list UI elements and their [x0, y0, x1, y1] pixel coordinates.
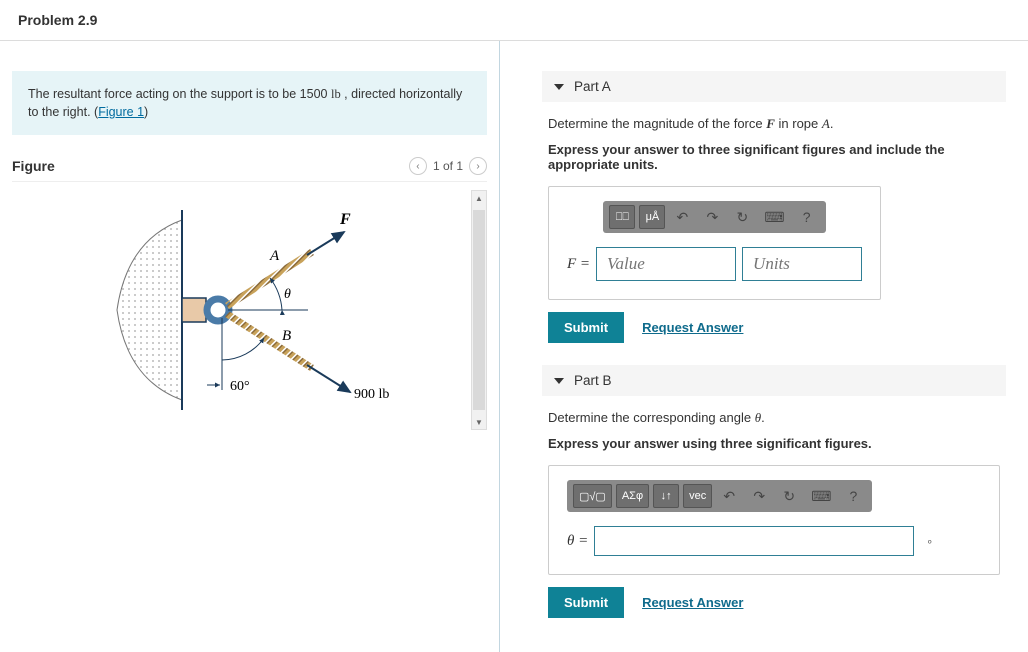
help-button[interactable]: ? — [794, 205, 820, 229]
label-angle: 60° — [230, 379, 250, 394]
pager-next-button[interactable]: › — [469, 157, 487, 175]
subscript-button[interactable]: ↓↑ — [653, 484, 679, 508]
reset-button[interactable]: ↻ — [776, 484, 802, 508]
figure-pager: ‹ 1 of 1 › — [409, 157, 487, 175]
part-a-title: Part A — [574, 79, 611, 94]
label-load: 900 lb — [354, 387, 389, 402]
part-b-header[interactable]: Part B — [542, 365, 1006, 396]
degree-unit: ∘ — [926, 535, 933, 548]
prompt-unit: lb — [331, 87, 341, 101]
redo-button[interactable]: ↷ — [699, 205, 725, 229]
request-answer-link[interactable]: Request Answer — [642, 320, 743, 335]
pager-prev-button[interactable]: ‹ — [409, 157, 427, 175]
value-input[interactable] — [596, 247, 736, 281]
part-a-header[interactable]: Part A — [542, 71, 1006, 102]
label-A: A — [269, 248, 280, 264]
label-theta: θ — [284, 287, 291, 302]
label-F: F — [339, 211, 351, 228]
undo-button[interactable]: ↶ — [669, 205, 695, 229]
caret-down-icon — [554, 378, 564, 384]
part-a-toolbar: ⎕⎕ μÅ ↶ ↷ ↻ ⌨ ? — [603, 201, 825, 233]
scroll-thumb[interactable] — [473, 210, 485, 410]
help-button[interactable]: ? — [840, 484, 866, 508]
units-button[interactable]: μÅ — [639, 205, 665, 229]
part-b-question: Determine the corresponding angle θ. — [548, 410, 1000, 426]
part-b-instruction: Express your answer using three signific… — [548, 436, 1000, 451]
reset-button[interactable]: ↻ — [729, 205, 755, 229]
part-a-instruction: Express your answer to three significant… — [548, 142, 1000, 172]
pager-label: 1 of 1 — [433, 159, 463, 173]
figure-heading: Figure — [12, 158, 55, 174]
part-a-question: Determine the magnitude of the force F i… — [548, 116, 1000, 132]
part-b-lhs: θ = — [567, 533, 588, 550]
templates-button[interactable]: ▢√▢ — [573, 484, 612, 508]
figure-link[interactable]: Figure 1 — [98, 105, 144, 119]
part-b-toolbar: ▢√▢ ΑΣφ ↓↑ vec ↶ ↷ ↻ ⌨ ? — [567, 480, 872, 512]
scroll-down-button[interactable]: ▼ — [472, 415, 486, 429]
part-b-title: Part B — [574, 373, 612, 388]
part-a-lhs: F = — [567, 256, 590, 273]
undo-button[interactable]: ↶ — [716, 484, 742, 508]
greek-button[interactable]: ΑΣφ — [616, 484, 649, 508]
units-input[interactable] — [742, 247, 862, 281]
scroll-up-button[interactable]: ▲ — [472, 191, 486, 205]
problem-prompt: The resultant force acting on the suppor… — [12, 71, 487, 135]
caret-down-icon — [554, 84, 564, 90]
templates-button[interactable]: ⎕⎕ — [609, 205, 635, 229]
theta-input[interactable] — [594, 526, 914, 556]
prompt-text-after: ) — [144, 105, 148, 119]
figure-diagram: F A B θ 60° 900 lb — [12, 190, 452, 430]
part-b-answer-box: ▢√▢ ΑΣφ ↓↑ vec ↶ ↷ ↻ ⌨ ? θ = ∘ — [548, 465, 1000, 575]
submit-button[interactable]: Submit — [548, 587, 624, 618]
prompt-text: The resultant force acting on the suppor… — [28, 87, 331, 101]
submit-button[interactable]: Submit — [548, 312, 624, 343]
page-title: Problem 2.9 — [18, 12, 1010, 28]
label-B: B — [282, 328, 291, 344]
figure-scrollbar[interactable]: ▲ ▼ — [471, 190, 487, 430]
vector-button[interactable]: vec — [683, 484, 712, 508]
keyboard-button[interactable]: ⌨ — [759, 205, 789, 229]
request-answer-link[interactable]: Request Answer — [642, 595, 743, 610]
redo-button[interactable]: ↷ — [746, 484, 772, 508]
part-a-answer-box: ⎕⎕ μÅ ↶ ↷ ↻ ⌨ ? F = — [548, 186, 881, 300]
keyboard-button[interactable]: ⌨ — [806, 484, 836, 508]
